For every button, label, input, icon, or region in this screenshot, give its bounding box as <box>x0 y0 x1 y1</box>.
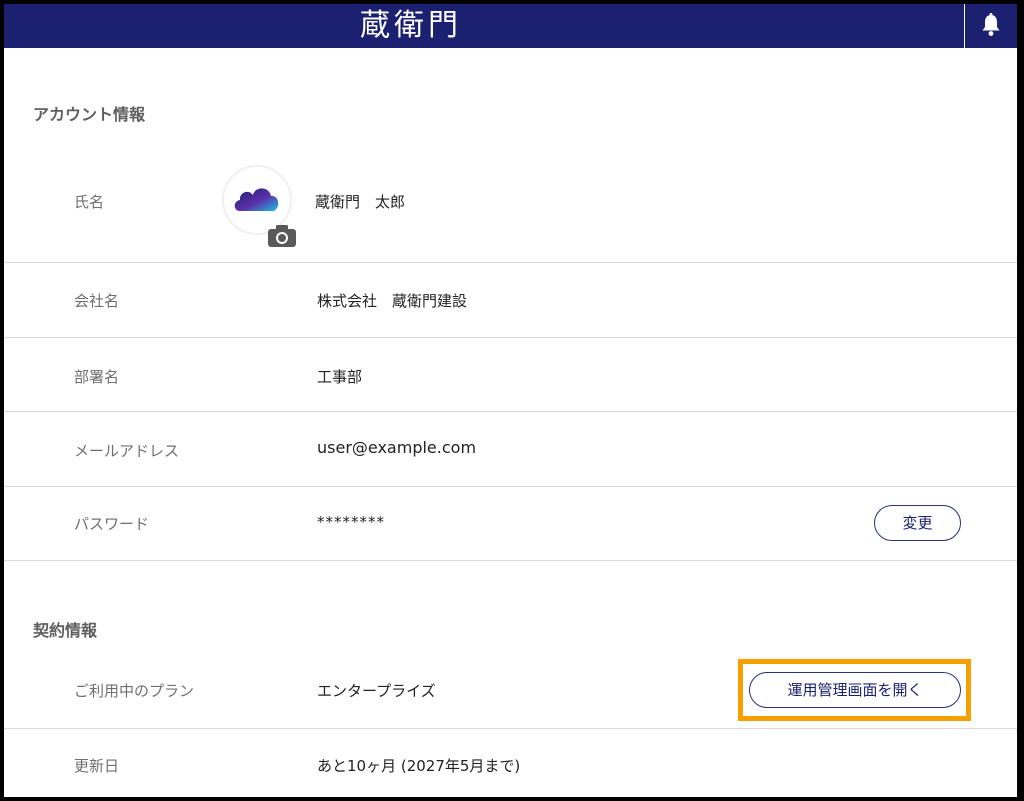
plan-value: エンタープライズ <box>317 682 436 700</box>
divider <box>4 262 1017 263</box>
plan-label: ご利用中のプラン <box>74 682 195 700</box>
password-value: ******** <box>317 513 385 531</box>
app-logo: 蔵衛門 <box>360 8 462 43</box>
divider <box>4 486 1017 487</box>
company-value: 株式会社 蔵衛門建設 <box>317 292 468 310</box>
department-label: 部署名 <box>74 368 120 386</box>
password-label: パスワード <box>74 515 150 533</box>
camera-icon[interactable] <box>267 224 297 248</box>
name-label: 氏名 <box>74 193 105 211</box>
change-password-button[interactable]: 変更 <box>874 505 961 541</box>
divider <box>4 337 1017 338</box>
email-value: user@example.com <box>317 438 477 457</box>
divider <box>4 560 1017 561</box>
account-section-title: アカウント情報 <box>33 105 146 124</box>
highlight-frame <box>738 659 971 721</box>
renewal-value: あと10ヶ月 (2027年5月まで) <box>317 757 521 775</box>
divider <box>4 728 1017 729</box>
app-window: 蔵衛門 アカウント情報 氏名 蔵衛門 太郎 会社名 株式会社 蔵衛門建設 部署名… <box>4 4 1017 797</box>
notification-button[interactable] <box>964 4 1017 48</box>
renewal-label: 更新日 <box>74 757 120 775</box>
name-value: 蔵衛門 太郎 <box>315 193 406 211</box>
contract-section-title: 契約情報 <box>33 621 98 640</box>
bell-icon <box>982 13 1000 36</box>
department-value: 工事部 <box>317 368 363 386</box>
divider <box>4 411 1017 412</box>
email-label: メールアドレス <box>74 442 180 460</box>
company-label: 会社名 <box>74 292 120 310</box>
app-header: 蔵衛門 <box>4 4 1017 48</box>
